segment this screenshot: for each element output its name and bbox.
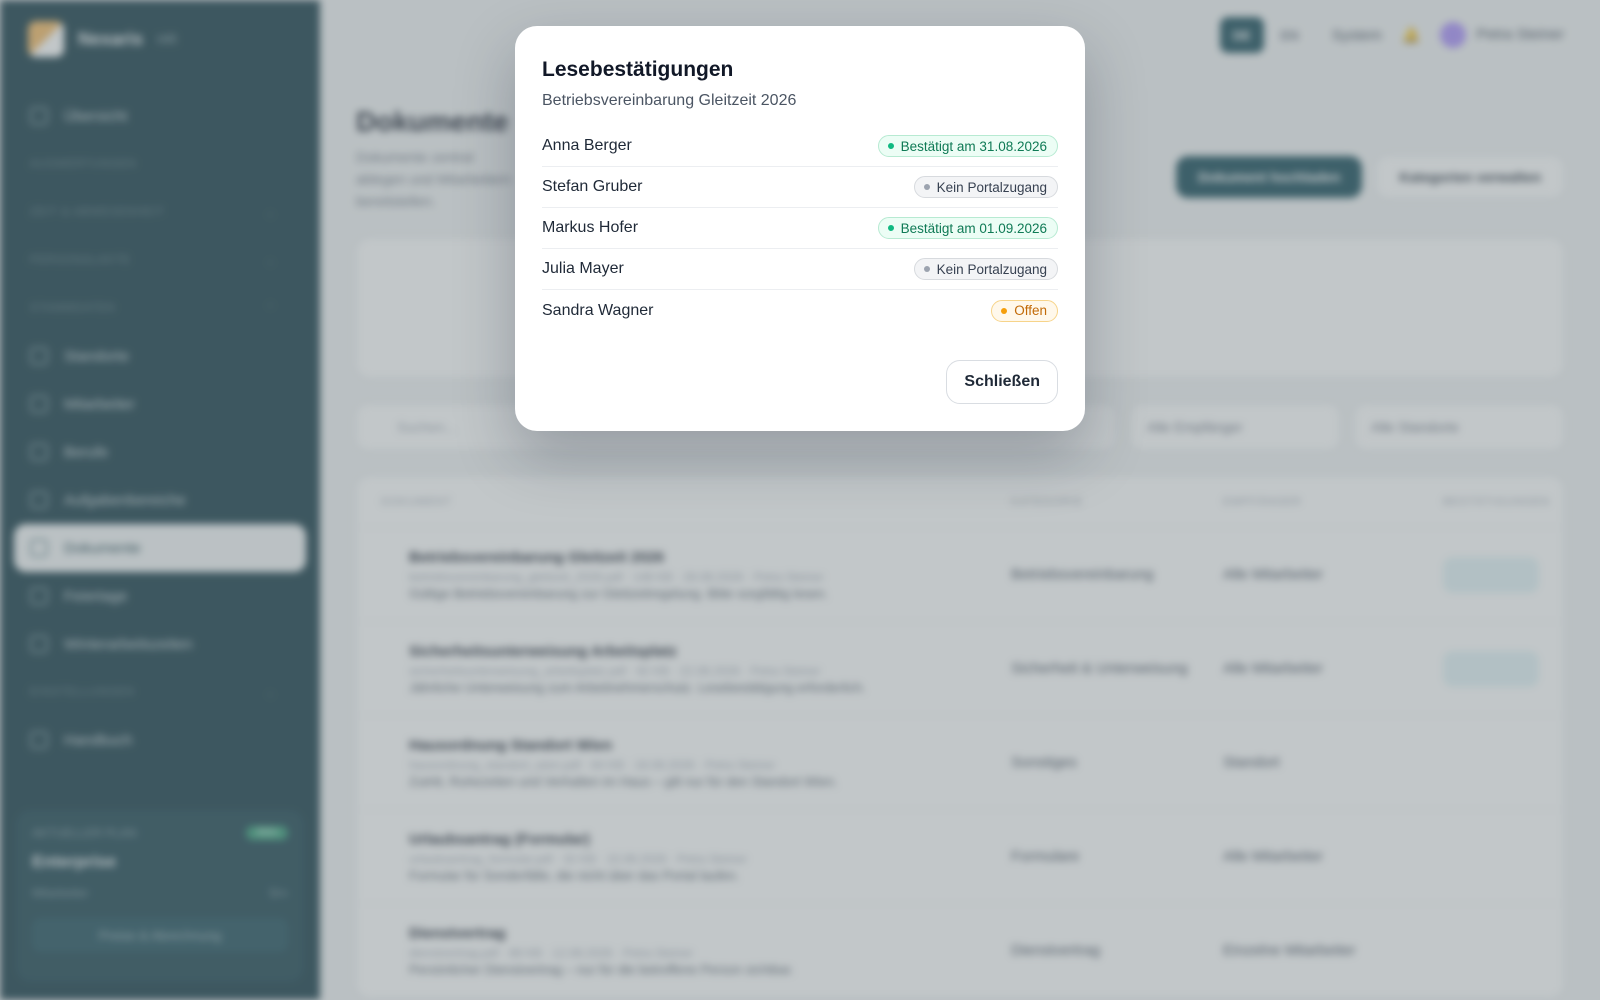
close-button[interactable]: Schließen	[946, 360, 1058, 404]
status-dot-icon	[887, 225, 894, 231]
dialog-title: Lesebestätigungen	[542, 58, 734, 81]
confirmation-row: Stefan Gruber Kein Portalzugang	[542, 167, 1058, 208]
status-badge: Bestätigt am 31.08.2026	[877, 135, 1058, 157]
status-badge: Kein Portalzugang	[913, 258, 1058, 280]
dialog-footer: Schließen	[946, 360, 1058, 404]
status-dot-icon	[887, 143, 894, 149]
employee-name: Markus Hofer	[542, 219, 639, 236]
status-label: Bestätigt am 01.09.2026	[900, 220, 1047, 236]
employee-name: Sandra Wagner	[542, 301, 654, 319]
status-badge: Kein Portalzugang	[913, 176, 1058, 198]
dialog-subtitle: Betriebsvereinbarung Gleitzeit 2026	[542, 92, 797, 109]
read-confirmations-dialog: Lesebestätigungen Betriebsvereinbarung G…	[515, 26, 1085, 431]
confirmation-row: Julia Mayer Kein Portalzugang	[542, 249, 1058, 290]
status-badge: Offen	[991, 299, 1058, 322]
confirmation-row: Anna Berger Bestätigt am 31.08.2026	[542, 126, 1058, 167]
status-dot-icon	[923, 184, 930, 190]
employee-name: Stefan Gruber	[542, 178, 643, 195]
confirmation-row: Sandra Wagner Offen	[542, 290, 1058, 331]
status-dot-icon	[1001, 307, 1008, 314]
status-badge: Bestätigt am 01.09.2026	[877, 217, 1058, 239]
status-label: Bestätigt am 31.08.2026	[900, 138, 1047, 154]
employee-name: Anna Berger	[542, 137, 632, 154]
status-label: Offen	[1014, 303, 1047, 318]
confirmation-row: Markus Hofer Bestätigt am 01.09.2026	[542, 208, 1058, 249]
employee-name: Julia Mayer	[542, 260, 624, 277]
confirmation-list: Anna Berger Bestätigt am 31.08.2026 Stef…	[542, 126, 1058, 331]
status-dot-icon	[923, 266, 930, 272]
status-label: Kein Portalzugang	[936, 261, 1047, 277]
status-label: Kein Portalzugang	[936, 179, 1047, 195]
